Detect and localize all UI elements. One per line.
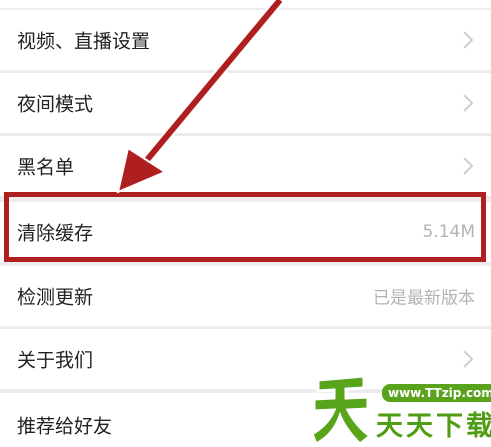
watermark-url: www.TTzip.com [382,384,491,402]
settings-item-label: 夜间模式 [17,93,94,116]
watermark: www.TTzip.com 天天下载 [310,368,491,444]
settings-item-blacklist[interactable]: 黑名单 [0,136,491,196]
watermark-name: 天天下载 [376,411,491,442]
settings-item-label: 视频、直播设置 [17,30,151,53]
settings-item-label: 推荐给好友 [17,415,113,438]
highlight-box [4,192,486,262]
settings-item-video-live[interactable]: 视频、直播设置 [0,10,491,70]
chevron-right-icon [463,31,474,49]
settings-item-night-mode[interactable]: 夜间模式 [0,73,491,133]
previous-row-edge [0,0,491,8]
settings-item-label: 黑名单 [17,156,75,179]
settings-item-label: 关于我们 [17,349,94,372]
settings-item-check-update[interactable]: 检测更新 已是最新版本 [0,266,491,326]
settings-item-label: 检测更新 [17,286,94,309]
chevron-right-icon [463,350,474,368]
update-status-value: 已是最新版本 [373,288,475,309]
chevron-right-icon [463,157,474,175]
watermark-logo-icon [310,374,372,444]
chevron-right-icon [463,94,474,112]
